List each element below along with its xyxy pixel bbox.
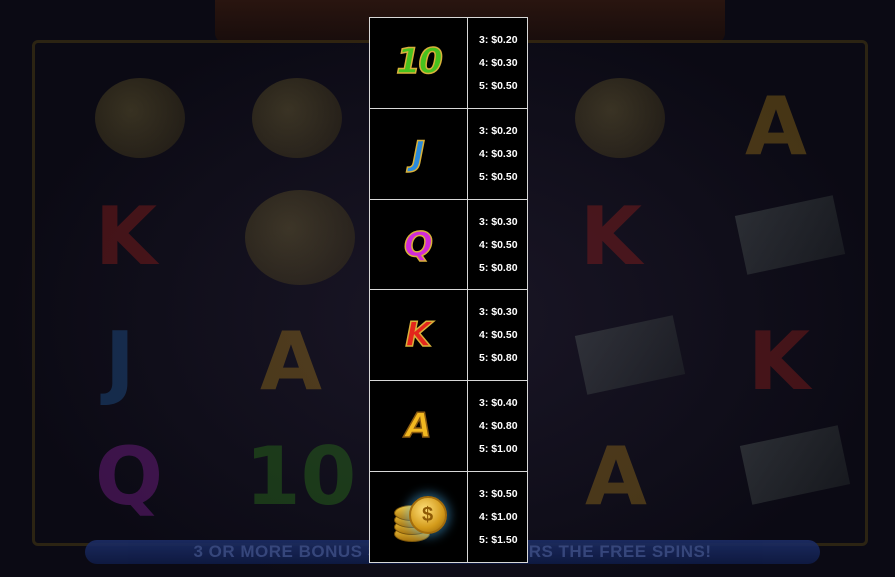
gold-coin-stack-icon: $ (392, 492, 447, 543)
payout-5: 5: $0.50 (479, 79, 518, 92)
payout-4: 4: $1.00 (479, 511, 518, 524)
bg-coin-symbol (95, 78, 185, 158)
payout-3: 3: $0.30 (479, 306, 518, 319)
symbol-cell: J (370, 108, 468, 199)
payout-4: 4: $0.80 (479, 420, 518, 433)
king-symbol-icon: K (405, 315, 433, 356)
bg-a-symbol: A (260, 315, 322, 408)
bg-j-symbol: J (105, 315, 135, 408)
ten-symbol-icon: 10 (395, 42, 443, 83)
payout-3: 3: $0.20 (479, 33, 518, 46)
symbol-cell: Q (370, 199, 468, 290)
bg-k-symbol: K (95, 190, 157, 283)
bg-a-symbol: A (585, 430, 647, 523)
bg-k-symbol: K (580, 190, 642, 283)
paytable-row-q: Q 3: $0.30 4: $0.50 5: $0.80 (370, 198, 527, 290)
payout-4: 4: $0.30 (479, 56, 518, 69)
symbol-cell: $ (370, 472, 468, 562)
payout-3: 3: $0.20 (479, 124, 518, 137)
payout-4: 4: $0.50 (479, 329, 518, 342)
bg-q-symbol: Q (95, 430, 164, 523)
paytable-row-a: A 3: $0.40 4: $0.80 5: $1.00 (370, 380, 527, 472)
paytable-row-j: J 3: $0.20 4: $0.30 5: $0.50 (370, 107, 527, 199)
bg-k-symbol: K (748, 315, 810, 408)
payout-5: 5: $0.50 (479, 170, 518, 183)
payout-4: 4: $0.30 (479, 147, 518, 160)
paytable-row-10: 10 3: $0.20 4: $0.30 5: $0.50 (370, 18, 527, 108)
symbol-cell: K (370, 290, 468, 381)
payout-cell: 3: $0.20 4: $0.30 5: $0.50 (468, 18, 527, 108)
queen-symbol-icon: Q (403, 224, 433, 265)
payout-3: 3: $0.40 (479, 397, 518, 410)
paytable-row-k: K 3: $0.30 4: $0.50 5: $0.80 (370, 289, 527, 381)
payout-4: 4: $0.50 (479, 238, 518, 251)
jack-symbol-icon: J (411, 133, 425, 174)
symbol-cell: 10 (370, 18, 468, 108)
symbol-cell: A (370, 381, 468, 472)
payout-cell: 3: $0.50 4: $1.00 5: $1.50 (468, 472, 527, 562)
payout-5: 5: $0.80 (479, 261, 518, 274)
paytable-panel: 10 3: $0.20 4: $0.30 5: $0.50 J 3: $0.20… (369, 17, 528, 563)
payout-cell: 3: $0.30 4: $0.50 5: $0.80 (468, 290, 527, 380)
bg-10-symbol: 10 (245, 430, 357, 523)
payout-cell: 3: $0.40 4: $0.80 5: $1.00 (468, 381, 527, 471)
bg-coin-symbol (252, 78, 342, 158)
payout-cell: 3: $0.30 4: $0.50 5: $0.80 (468, 200, 527, 290)
ace-symbol-icon: A (405, 406, 433, 447)
payout-5: 5: $1.00 (479, 443, 518, 456)
bg-a-symbol: A (745, 80, 807, 173)
payout-5: 5: $0.80 (479, 352, 518, 365)
payout-5: 5: $1.50 (479, 534, 518, 547)
bg-coin-symbol (575, 78, 665, 158)
payout-cell: 3: $0.20 4: $0.30 5: $0.50 (468, 109, 527, 199)
payout-3: 3: $0.30 (479, 215, 518, 228)
bg-bonus-symbol (245, 190, 355, 285)
payout-3: 3: $0.50 (479, 488, 518, 501)
paytable-row-coin: $ 3: $0.50 4: $1.00 5: $1.50 (370, 471, 527, 562)
